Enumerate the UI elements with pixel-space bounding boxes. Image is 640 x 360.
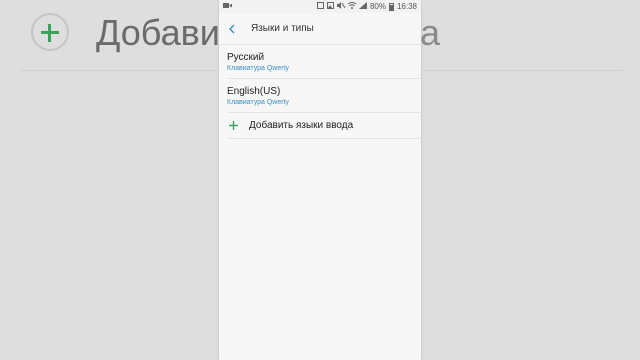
bg-add-text: Добавит xyxy=(96,12,237,53)
gallery-icon xyxy=(316,2,324,11)
video-record-icon xyxy=(223,2,232,11)
signal-icon xyxy=(358,2,367,11)
plus-icon xyxy=(227,120,239,132)
bg-add-text-right: а xyxy=(420,12,441,53)
bg-add-icon xyxy=(31,13,69,51)
keyboard-type: Клавиатура Qwerty xyxy=(227,65,290,72)
language-name: Русский xyxy=(227,52,265,63)
keyboard-type: Клавиатура Qwerty xyxy=(227,99,290,106)
add-input-languages-button[interactable]: Добавить языки ввода xyxy=(227,113,421,139)
wifi-icon xyxy=(347,2,357,11)
language-item-english[interactable]: English(US) Клавиатура Qwerty xyxy=(227,79,421,113)
language-name: English(US) xyxy=(227,86,281,97)
add-languages-label: Добавить языки ввода xyxy=(249,120,354,131)
clock: 16:38 xyxy=(396,2,417,11)
phone-screen: 80% 16:38 Языки и типы Русский Клавиатур… xyxy=(219,0,421,360)
battery-percent: 80% xyxy=(369,2,386,11)
bg-divider-right xyxy=(422,70,622,71)
back-arrow-icon[interactable] xyxy=(225,22,239,36)
status-bar: 80% 16:38 xyxy=(219,0,421,13)
language-item-russian[interactable]: Русский Клавиатура Qwerty xyxy=(227,45,421,79)
bg-divider-left xyxy=(20,70,218,71)
battery-icon xyxy=(388,2,394,11)
page-title: Языки и типы xyxy=(251,23,314,34)
language-list: Русский Клавиатура Qwerty English(US) Кл… xyxy=(219,45,421,139)
image-icon xyxy=(326,2,334,11)
app-header: Языки и типы xyxy=(219,13,421,45)
mute-icon xyxy=(336,2,346,11)
